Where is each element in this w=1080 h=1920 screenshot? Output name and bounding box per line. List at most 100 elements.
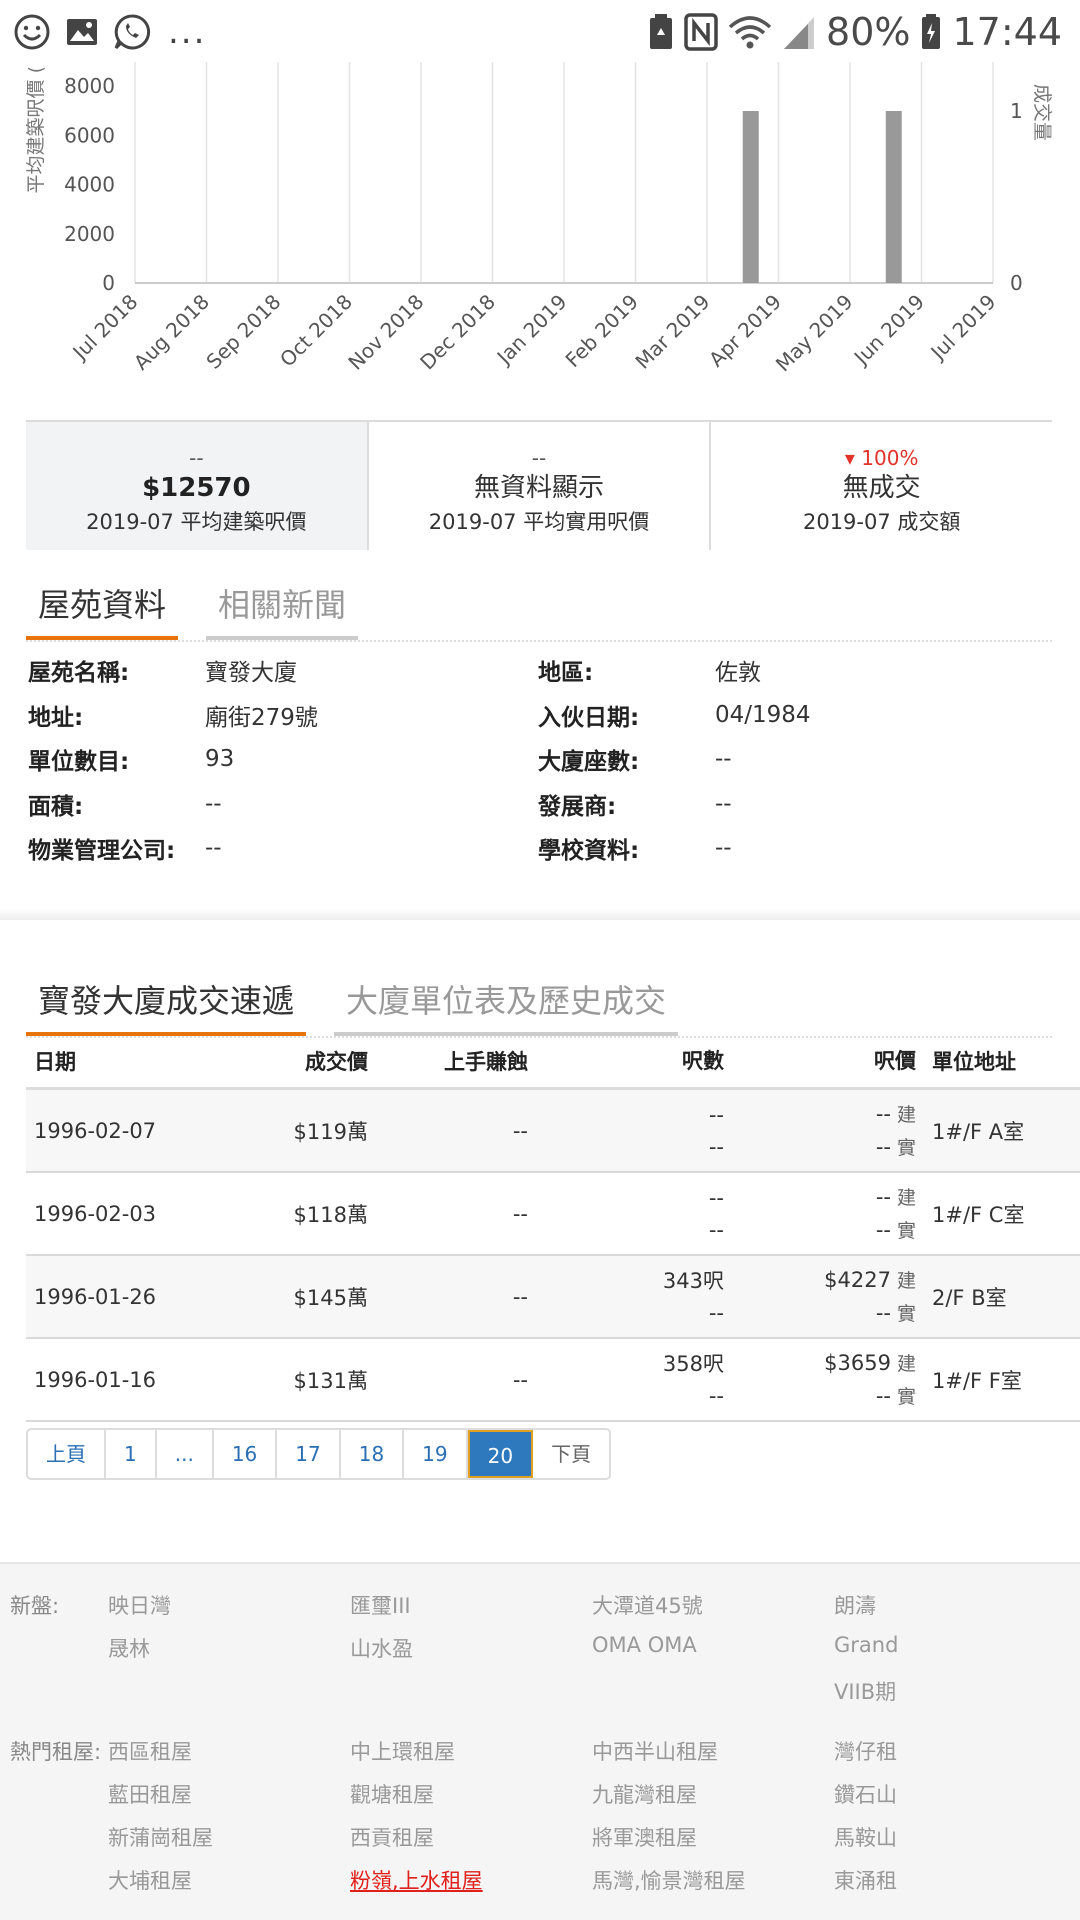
table-row[interactable]: 1996-02-07 $119萬 -- -- -- -- 建 -- 實 1#/F A室	[26, 1090, 1080, 1173]
page-button-16[interactable]: 16	[214, 1430, 278, 1478]
pp-net: -- 實	[724, 1131, 916, 1164]
info-value: 佐敦	[715, 660, 761, 687]
cell-area: 358呎 --	[528, 1348, 724, 1412]
tag-net: 實	[896, 1136, 916, 1159]
y-left-tick-label: 4000	[64, 173, 115, 197]
footer-new-link[interactable]: Grand	[834, 1633, 898, 1657]
cell-address: 1#/F A室	[932, 1119, 1025, 1144]
tag-net: 實	[896, 1302, 916, 1325]
info-key: 屋苑名稱:	[28, 660, 130, 687]
cell-prev-gain: --	[512, 1367, 528, 1392]
footer-rent-link[interactable]: 新蒲崗租屋	[108, 1822, 213, 1852]
x-tick-label: Jul 2019	[925, 290, 1001, 366]
info-key: 學校資料:	[538, 838, 640, 865]
page-button-20[interactable]: 20	[467, 1430, 534, 1478]
pp-gross-value: --	[875, 1101, 891, 1126]
tag-net: 實	[896, 1385, 916, 1408]
table-row[interactable]: 1996-02-03 $118萬 -- -- -- -- 建 -- 實 1#/F C室	[26, 1173, 1080, 1256]
cell-price-per-ft: -- 建 -- 實	[724, 1098, 916, 1164]
info-row: 地址: 廟街279號 入伙日期: 04/1984	[28, 693, 1058, 738]
cell-price-per-ft: -- 建 -- 實	[724, 1181, 916, 1247]
cell-prev-gain: --	[512, 1201, 528, 1226]
footer-rent-link[interactable]: 中上環租屋	[350, 1736, 455, 1766]
footer-new-link[interactable]: 大潭道45號	[592, 1590, 703, 1620]
footer-rent-link[interactable]: 西貢租屋	[350, 1822, 434, 1852]
cell-price-per-ft: $4227 建 -- 實	[724, 1264, 916, 1330]
info-value: --	[715, 835, 732, 862]
stat-change-value: 100%	[861, 446, 919, 470]
stat-avg-net-price[interactable]: -- 無資料顯示 2019-07 平均實用呎價	[369, 422, 712, 550]
footer-rent-link[interactable]: 粉嶺,上水租屋	[350, 1865, 483, 1895]
footer-new-link[interactable]: 晟林	[108, 1633, 150, 1663]
stat-avg-gross-price[interactable]: -- $12570 2019-07 平均建築呎價	[26, 422, 369, 550]
footer-new-link[interactable]: 匯璽III	[350, 1590, 411, 1620]
info-row: 面積: -- 發展商: --	[28, 782, 1058, 827]
footer-rent-link[interactable]: 觀塘租屋	[350, 1779, 434, 1809]
page-ellipsis[interactable]: ...	[157, 1430, 214, 1478]
smiley-icon	[14, 14, 50, 50]
info-value: 廟街279號	[205, 704, 318, 731]
whatsapp-icon	[114, 14, 151, 50]
footer-new-link[interactable]: 朗濤	[834, 1590, 876, 1620]
footer-new-link[interactable]: 映日灣	[108, 1590, 171, 1620]
page-button-17[interactable]: 17	[277, 1430, 341, 1478]
info-key: 大廈座數:	[538, 749, 640, 776]
footer-links: 新盤: 映日灣 匯璽III 大潭道45號 朗濤晟林 山水盈 OMA OMA Grand VIIB…	[0, 1562, 1080, 1920]
footer-rent-link[interactable]: 九龍灣租屋	[592, 1779, 697, 1809]
col-date: 日期	[34, 1049, 76, 1074]
x-tick-label: Jan 2019	[491, 290, 572, 371]
info-key: 物業管理公司:	[28, 838, 176, 865]
tab-recent-transactions[interactable]: 寶發大廈成交速遞	[26, 976, 307, 1036]
signal-icon	[784, 17, 815, 49]
cell-area: -- --	[528, 1099, 724, 1163]
footer-rent-link[interactable]: 灣仔租	[834, 1736, 897, 1766]
x-tick-label: May 2019	[771, 290, 858, 377]
tab-estate-info[interactable]: 屋苑資料	[26, 580, 179, 640]
info-row: 物業管理公司: -- 學校資料: --	[28, 826, 1058, 871]
next-page-button[interactable]: 下頁	[533, 1430, 609, 1478]
area-net: --	[708, 1300, 724, 1325]
page-button-18[interactable]: 18	[341, 1430, 405, 1478]
pp-gross: $3659 建	[724, 1347, 916, 1380]
tab-unit-history[interactable]: 大廈單位表及歷史成交	[334, 976, 679, 1036]
col-area: 呎數	[682, 1048, 724, 1073]
cell-address: 2/F B室	[932, 1285, 1007, 1310]
pp-net-value: --	[875, 1134, 891, 1159]
tag-gross: 建	[896, 1186, 916, 1209]
cell-price: $131萬	[293, 1368, 368, 1393]
stat-turnover[interactable]: ▾ 100% 無成交 2019-07 成交額	[711, 422, 1052, 550]
footer-rent-link[interactable]: 鑽石山	[834, 1779, 897, 1809]
table-row[interactable]: 1996-01-16 $131萬 -- 358呎 -- $3659 建 -- 實 1#/F F室	[26, 1339, 1080, 1422]
info-tabs: 屋苑資料 相關新聞	[26, 580, 1052, 642]
tab-related-news[interactable]: 相關新聞	[206, 580, 359, 640]
chart-svg: 8000600040002000010平均建築呎價 (成交量Jul 2018Au…	[25, 62, 1053, 377]
footer-rent-link[interactable]: 馬鞍山	[834, 1822, 897, 1852]
pp-gross-value: $3659	[824, 1350, 891, 1375]
pp-gross-value: --	[875, 1184, 891, 1209]
stat-label: 2019-07 平均建築呎價	[86, 510, 307, 534]
area-gross: 358呎	[662, 1351, 724, 1376]
status-bar: ... 80% 17:44	[0, 0, 1080, 64]
footer-new-label: 新盤:	[10, 1594, 60, 1618]
footer-new-link[interactable]: OMA OMA	[592, 1633, 697, 1657]
page-button-1[interactable]: 1	[106, 1430, 157, 1478]
footer-rent-link[interactable]: 馬灣,愉景灣租屋	[592, 1865, 746, 1895]
pp-gross-value: $4227	[824, 1267, 891, 1292]
footer-rent-link[interactable]: 中西半山租屋	[592, 1736, 718, 1766]
page-button-19[interactable]: 19	[404, 1430, 468, 1478]
stat-change: --	[189, 446, 204, 470]
table-row[interactable]: 1996-01-26 $145萬 -- 343呎 -- $4227 建 -- 實 2/F B室	[26, 1256, 1080, 1339]
x-tick-label: Nov 2018	[343, 290, 428, 375]
footer-rent-link[interactable]: 藍田租屋	[108, 1779, 192, 1809]
prev-page-button[interactable]: 上頁	[28, 1430, 106, 1478]
footer-new-link[interactable]: 山水盈	[350, 1633, 413, 1663]
footer-rent-link[interactable]: 西區租屋	[108, 1736, 192, 1766]
cell-prev-gain: --	[512, 1118, 528, 1143]
footer-rent-link[interactable]: 東涌租	[834, 1865, 897, 1895]
wifi-icon	[728, 16, 772, 49]
footer-new-link[interactable]: VIIB期	[834, 1676, 896, 1706]
footer-rent-link[interactable]: 大埔租屋	[108, 1865, 192, 1895]
pp-gross: -- 建	[724, 1098, 916, 1131]
footer-rent-link[interactable]: 將軍澳租屋	[592, 1822, 697, 1852]
x-tick-label: Sep 2018	[201, 290, 285, 374]
